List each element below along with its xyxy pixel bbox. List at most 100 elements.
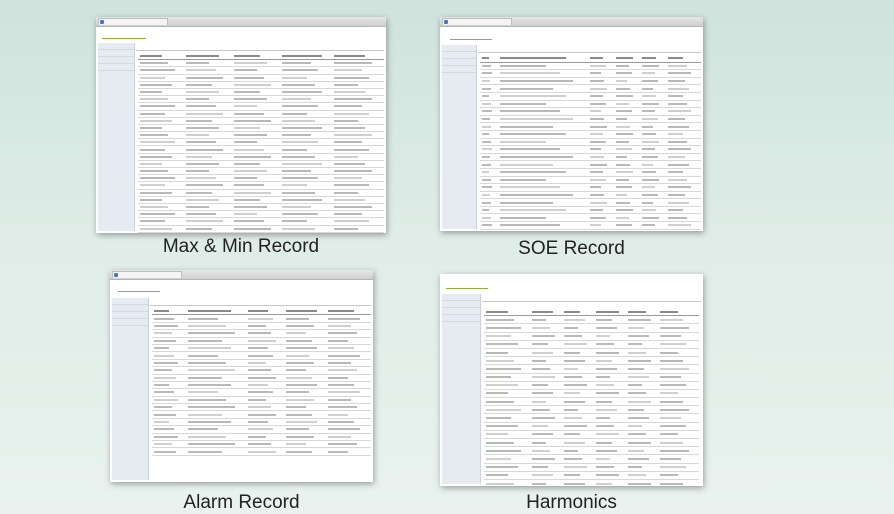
table-row xyxy=(484,333,699,341)
table-cell xyxy=(564,384,587,387)
table-cell xyxy=(532,326,551,329)
table-cell xyxy=(500,125,553,128)
side-menu-item[interactable] xyxy=(98,50,134,57)
table-cell xyxy=(482,118,490,121)
table-cell xyxy=(500,156,574,159)
table-cell xyxy=(282,98,311,101)
side-menu-item[interactable] xyxy=(442,294,480,301)
table-cell xyxy=(532,310,553,313)
table-cell xyxy=(616,193,627,196)
side-menu-item[interactable] xyxy=(98,64,134,71)
table-cell xyxy=(564,310,581,313)
table-cell xyxy=(328,443,358,446)
brand-logo-underline xyxy=(446,288,488,289)
table-cell xyxy=(482,102,491,105)
side-menu-item[interactable] xyxy=(112,298,148,305)
table-cell xyxy=(590,156,605,159)
table-cell xyxy=(628,351,647,354)
table-row xyxy=(480,177,701,185)
side-menu-item[interactable] xyxy=(442,45,476,52)
table-cell xyxy=(234,162,261,165)
table-cell xyxy=(282,62,311,65)
table-row xyxy=(138,118,384,125)
table-cell xyxy=(234,155,271,158)
table-cell xyxy=(532,408,551,411)
table-cell xyxy=(186,227,213,230)
side-menu-item[interactable] xyxy=(98,43,134,50)
table-cell xyxy=(500,186,560,189)
table-row xyxy=(152,360,371,368)
table-cell xyxy=(668,186,692,189)
table-cell xyxy=(328,428,361,431)
table-cell xyxy=(668,140,688,143)
table-cell xyxy=(564,343,587,346)
table-cell xyxy=(532,417,555,420)
browser-tab[interactable] xyxy=(98,18,168,25)
table-cell xyxy=(328,317,361,320)
table-cell xyxy=(668,163,690,166)
table-cell xyxy=(482,110,493,113)
table-row xyxy=(480,101,701,109)
browser-tab[interactable] xyxy=(442,18,512,25)
table-cell xyxy=(486,310,508,313)
browser-tab[interactable] xyxy=(112,271,182,278)
table-cell xyxy=(482,87,492,90)
table-cell xyxy=(188,435,227,438)
table-cell xyxy=(642,110,655,113)
side-menu-item[interactable] xyxy=(112,312,148,319)
table-cell xyxy=(482,163,492,166)
side-menu-item[interactable] xyxy=(442,52,476,59)
side-menu-item[interactable] xyxy=(442,59,476,66)
table-cell xyxy=(286,317,309,320)
table-cell xyxy=(486,408,521,411)
table-cell xyxy=(234,141,258,144)
side-menu-item[interactable] xyxy=(442,66,476,73)
table-cell xyxy=(486,457,512,460)
table-cell xyxy=(668,216,688,219)
table-cell xyxy=(334,220,369,223)
table-cell xyxy=(616,224,632,227)
table-cell xyxy=(590,110,601,113)
table-cell xyxy=(328,391,361,394)
side-menu-item[interactable] xyxy=(112,319,148,326)
table-row xyxy=(480,131,701,139)
content-area xyxy=(136,43,384,51)
table-cell xyxy=(234,62,268,65)
table-cell xyxy=(188,369,235,372)
table-row xyxy=(152,419,371,427)
device-heading xyxy=(150,298,371,306)
table-cell xyxy=(334,112,369,115)
table-row xyxy=(484,447,699,456)
screenshot-harmonics xyxy=(440,274,703,486)
table-cell xyxy=(328,310,355,313)
side-menu-item[interactable] xyxy=(112,305,148,312)
table-row xyxy=(138,211,384,219)
table-cell xyxy=(596,408,617,411)
record-table xyxy=(138,53,384,233)
table-cell xyxy=(628,376,649,379)
table-row xyxy=(138,67,384,75)
table-row xyxy=(484,472,699,480)
table-cell xyxy=(282,227,315,230)
table-cell xyxy=(596,482,613,485)
table-cell xyxy=(186,162,220,165)
table-cell xyxy=(140,112,166,115)
table-cell xyxy=(286,413,312,416)
side-menu-item[interactable] xyxy=(98,57,134,64)
table-row xyxy=(480,214,701,223)
table-cell xyxy=(140,83,172,86)
table-cell xyxy=(486,417,512,420)
table-cell xyxy=(616,148,632,151)
table-cell xyxy=(186,170,210,173)
table-row xyxy=(152,375,371,382)
side-menu-item[interactable] xyxy=(442,308,480,315)
table-row xyxy=(138,125,384,133)
side-menu-item[interactable] xyxy=(442,301,480,308)
table-cell xyxy=(628,326,645,329)
content-area xyxy=(482,294,701,302)
table-cell xyxy=(564,474,581,477)
table-row xyxy=(138,197,384,204)
table-cell xyxy=(500,133,567,136)
side-menu-item[interactable] xyxy=(442,315,480,322)
table-cell xyxy=(668,102,688,105)
